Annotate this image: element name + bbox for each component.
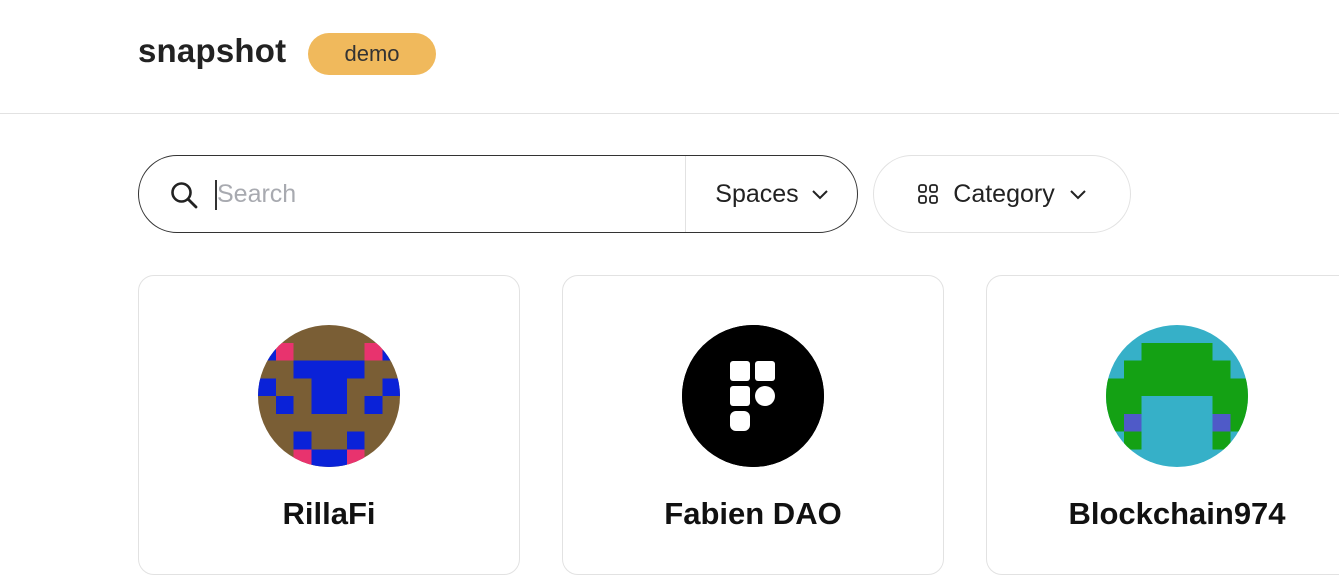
space-name: RillaFi [282,496,376,531]
category-dropdown[interactable]: Category [873,155,1131,233]
search-icon [171,182,198,209]
search-divider [685,156,686,232]
space-card[interactable]: Fabien DAO [562,275,944,575]
spaces-dropdown-label: Spaces [715,179,799,208]
space-card[interactable]: Blockchain974 [986,275,1339,575]
search-bar: Spaces [138,155,858,233]
space-avatar [682,325,824,467]
snapshot-logo[interactable]: snapshot [138,32,286,70]
search-input[interactable] [217,170,677,218]
demo-badge: demo [308,33,436,75]
category-dropdown-label: Category [953,179,1055,208]
grid-icon [918,184,939,204]
top-header: snapshot demo [0,0,1339,114]
space-avatar [1106,325,1248,467]
space-name: Blockchain974 [1068,496,1286,531]
spaces-dropdown[interactable]: Spaces [687,156,857,232]
chevron-down-icon [811,190,828,200]
space-card[interactable]: RillaFi [138,275,520,575]
space-avatar [258,325,400,467]
space-name: Fabien DAO [664,496,842,531]
chevron-down-icon [1070,190,1086,200]
